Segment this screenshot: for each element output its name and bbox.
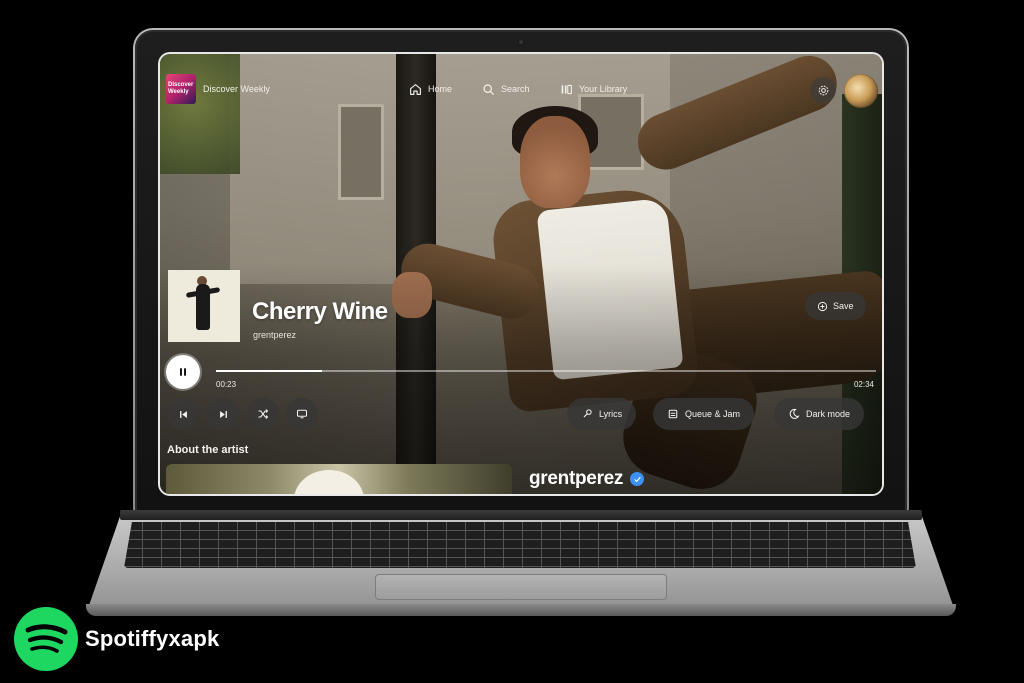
- progress-bar-fill: [216, 370, 322, 372]
- dark-mode-icon: [789, 408, 800, 419]
- library-icon: [561, 84, 572, 94]
- pause-button[interactable]: [166, 355, 200, 389]
- laptop-camera: [517, 38, 525, 46]
- nav-library-label: Your Library: [579, 84, 628, 94]
- nav-search[interactable]: Search: [482, 82, 530, 96]
- playlist-thumbnail[interactable]: Discover Weekly: [166, 74, 196, 104]
- top-bar: Discover Weekly Discover Weekly Home Sea…: [160, 54, 882, 126]
- save-label: Save: [833, 301, 854, 311]
- artist-name-label: grentperez: [529, 468, 624, 489]
- current-time: 00:23: [216, 380, 237, 389]
- previous-button[interactable]: [167, 398, 199, 430]
- shuffle-icon: [258, 409, 269, 419]
- device-icon: [296, 409, 308, 419]
- save-button[interactable]: Save: [805, 292, 866, 320]
- nav-home[interactable]: Home: [409, 82, 452, 96]
- queue-icon: [668, 409, 678, 419]
- progress-bar[interactable]: [216, 370, 876, 372]
- artist-name[interactable]: grentperez: [529, 468, 645, 490]
- nav-library[interactable]: Your Library: [560, 82, 627, 96]
- brand-name: Spotiffyxapk: [85, 626, 220, 651]
- queue-jam-button[interactable]: Queue & Jam: [653, 398, 755, 430]
- album-art: [168, 270, 240, 342]
- laptop-hinge: [120, 510, 922, 520]
- laptop-trackpad: [375, 574, 667, 600]
- avatar[interactable]: [844, 74, 878, 108]
- brand-logo-icon: [14, 607, 78, 671]
- total-time: 02:34: [853, 380, 874, 389]
- artist-card-image[interactable]: [166, 464, 512, 494]
- lyrics-label: Lyrics: [599, 409, 623, 419]
- lyrics-icon: [583, 409, 592, 418]
- playlist-thumbnail-text: Discover Weekly: [168, 82, 194, 95]
- scene: Discover Weekly Discover Weekly Home Sea…: [0, 0, 1024, 683]
- laptop-keyboard: [124, 522, 916, 568]
- dark-mode-button[interactable]: Dark mode: [774, 398, 865, 430]
- dark-mode-label: Dark mode: [806, 409, 851, 419]
- next-icon: [219, 410, 227, 418]
- shuffle-button[interactable]: [247, 398, 279, 430]
- about-artist-heading: About the artist: [167, 444, 249, 456]
- next-button[interactable]: [207, 398, 239, 430]
- app-screen: Discover Weekly Discover Weekly Home Sea…: [160, 54, 882, 494]
- device-button[interactable]: [286, 398, 318, 430]
- nav-search-label: Search: [501, 84, 530, 94]
- song-artist[interactable]: grentperez: [253, 330, 296, 340]
- nav-home-label: Home: [428, 84, 453, 94]
- settings-icon: [818, 85, 828, 95]
- person-head: [520, 116, 590, 208]
- pause-icon: [180, 368, 186, 376]
- playlist-name[interactable]: Discover Weekly: [203, 84, 270, 94]
- previous-icon: [179, 410, 187, 418]
- song-title: Cherry Wine: [252, 298, 388, 325]
- save-icon: [817, 301, 828, 311]
- queue-jam-label: Queue & Jam: [685, 409, 741, 419]
- artist-card-highlight: [294, 470, 364, 494]
- lyrics-button[interactable]: Lyrics: [567, 398, 637, 430]
- laptop-base-edge: [86, 604, 956, 616]
- search-icon: [483, 83, 494, 95]
- verified-icon: [630, 472, 645, 486]
- settings-button[interactable]: [810, 77, 836, 103]
- home-icon: [410, 83, 421, 95]
